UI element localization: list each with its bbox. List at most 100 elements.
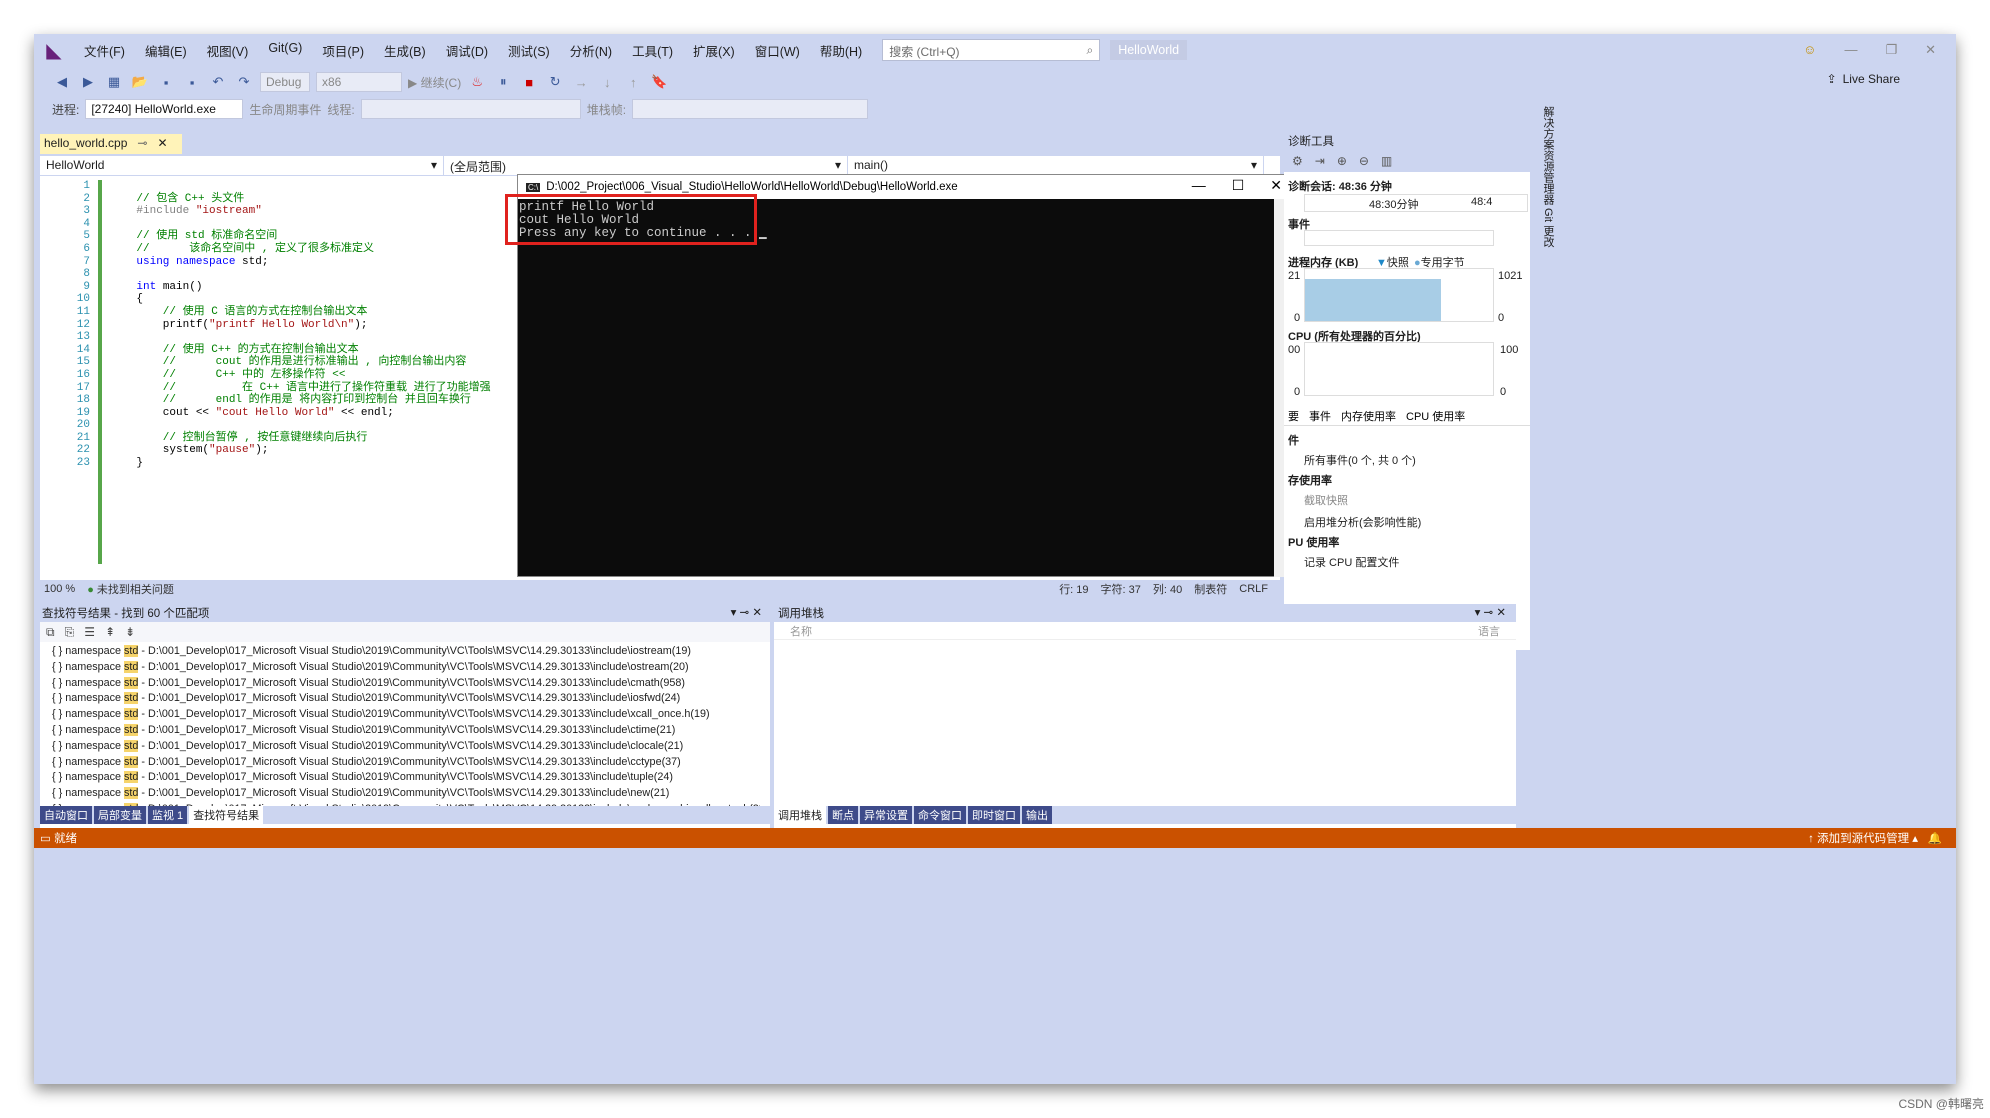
open-icon[interactable]: 📂 xyxy=(130,72,150,92)
result-row[interactable]: { } namespace std - D:\001_Develop\017_M… xyxy=(40,739,760,755)
stop-icon[interactable]: ■ xyxy=(519,72,539,92)
result-row[interactable]: { } namespace std - D:\001_Develop\017_M… xyxy=(40,691,760,707)
result-row[interactable]: { } namespace std - D:\001_Develop\017_M… xyxy=(40,770,760,786)
platform-dropdown[interactable]: x86 xyxy=(316,72,402,92)
feedback-icon[interactable]: ☺ xyxy=(1803,42,1816,58)
side-rail[interactable]: 解决方案资源管理器 Git 更改 xyxy=(1530,98,1556,698)
menu-item[interactable]: 文件(F) xyxy=(74,41,135,60)
undo-icon[interactable]: ↶ xyxy=(208,72,228,92)
tab-3[interactable]: 查找符号结果 xyxy=(189,806,264,824)
step-over-icon[interactable]: → xyxy=(571,72,591,92)
export-icon[interactable]: ⇥ xyxy=(1315,154,1325,168)
tab-5[interactable]: 输出 xyxy=(1022,806,1052,824)
take-snapshot-button[interactable]: 截取快照 xyxy=(1304,492,1348,508)
result-row[interactable]: { } namespace std - D:\001_Develop\017_M… xyxy=(40,676,760,692)
project-dropdown[interactable]: HelloWorld ▾ xyxy=(40,156,444,175)
new-project-icon[interactable]: ▦ xyxy=(104,72,124,92)
diag-tab[interactable]: 事件 xyxy=(1309,408,1331,425)
menu-item[interactable]: 调试(D) xyxy=(436,41,498,60)
pause-icon[interactable]: ⏸ xyxy=(493,72,513,92)
forward-icon[interactable]: ▶ xyxy=(78,72,98,92)
restore-button[interactable]: ❐ xyxy=(1885,42,1897,58)
heap-profiling-checkbox[interactable]: 启用堆分析(会影响性能) xyxy=(1304,514,1421,530)
next-icon[interactable]: ⇟ xyxy=(125,625,135,639)
step-into-icon[interactable]: ↓ xyxy=(597,72,617,92)
issues-indicator[interactable]: ● 未找到相关问题 xyxy=(87,581,174,597)
console-close-button[interactable]: ✕ xyxy=(1270,177,1282,194)
step-out-icon[interactable]: ↑ xyxy=(623,72,643,92)
scope-dropdown[interactable]: (全局范围) ▾ xyxy=(444,156,848,175)
bookmark-icon[interactable]: 🔖 xyxy=(649,72,669,92)
code-text[interactable]: // 包含 C++ 头文件 #include "iostream" // 使用 … xyxy=(110,180,491,470)
tab-hello-world-cpp[interactable]: hello_world.cpp ⊸ ✕ xyxy=(40,134,182,154)
menu-item[interactable]: 生成(B) xyxy=(374,41,436,60)
eol-indicator: CRLF xyxy=(1239,583,1268,595)
result-row[interactable]: { } namespace std - D:\001_Develop\017_M… xyxy=(40,660,760,676)
diag-tab[interactable]: CPU 使用率 xyxy=(1406,408,1465,425)
zoom-in-icon[interactable]: ⊕ xyxy=(1337,154,1347,168)
notification-icon[interactable]: 🔔 xyxy=(1928,833,1942,845)
back-icon[interactable]: ◀ xyxy=(52,72,72,92)
all-events-link[interactable]: 所有事件(0 个, 共 0 个) xyxy=(1304,452,1416,468)
stackframe-dropdown[interactable] xyxy=(632,99,869,119)
tab-4[interactable]: 即时窗口 xyxy=(968,806,1020,824)
search-input[interactable]: 搜索 (Ctrl+Q) ⌕ xyxy=(882,39,1101,61)
list-icon[interactable]: ☰ xyxy=(84,625,95,639)
zoom-out-icon[interactable]: ⊖ xyxy=(1359,154,1369,168)
menu-item[interactable]: Git(G) xyxy=(258,41,312,60)
code-token: // 使用 C++ 的方式在控制台输出文本 xyxy=(110,343,359,356)
close-icon[interactable]: ✕ xyxy=(157,136,167,152)
live-share-button[interactable]: ⇪ Live Share xyxy=(1827,72,1900,86)
diag-tab[interactable]: 要 xyxy=(1288,408,1299,425)
menu-item[interactable]: 视图(V) xyxy=(197,41,259,60)
menu-item[interactable]: 帮助(H) xyxy=(810,41,872,60)
lifecycle-button[interactable]: 生命周期事件 xyxy=(249,101,321,118)
tab-1[interactable]: 断点 xyxy=(828,806,858,824)
fire-icon[interactable]: ♨ xyxy=(467,72,487,92)
menu-item[interactable]: 窗口(W) xyxy=(745,41,810,60)
menu-item[interactable]: 项目(P) xyxy=(312,41,374,60)
restart-icon[interactable]: ↻ xyxy=(545,72,565,92)
function-dropdown[interactable]: main() ▾ xyxy=(848,156,1264,175)
config-dropdown[interactable]: Debug xyxy=(260,72,310,92)
minimize-button[interactable]: — xyxy=(1844,42,1857,58)
result-row[interactable]: { } namespace std - D:\001_Develop\017_M… xyxy=(40,644,760,660)
code-line: using namespace std; xyxy=(110,256,491,269)
result-row[interactable]: { } namespace std - D:\001_Develop\017_M… xyxy=(40,723,760,739)
save-all-icon[interactable]: ▪ xyxy=(182,72,202,92)
group-icon[interactable]: ⧉ xyxy=(46,625,55,640)
tab-0[interactable]: 调用堆栈 xyxy=(774,806,826,824)
menu-item[interactable]: 测试(S) xyxy=(498,41,560,60)
redo-icon[interactable]: ↷ xyxy=(234,72,254,92)
chart-icon[interactable]: ▥ xyxy=(1381,154,1392,168)
tab-1[interactable]: 局部变量 xyxy=(94,806,146,824)
source-control-button[interactable]: ↑ 添加到源代码管理 ▴ 🔔 xyxy=(1808,830,1956,846)
close-button[interactable]: ✕ xyxy=(1925,42,1936,58)
menu-item[interactable]: 编辑(E) xyxy=(135,41,197,60)
thread-dropdown[interactable] xyxy=(360,99,581,119)
continue-button[interactable]: ▶ 继续(C) xyxy=(408,74,461,91)
pin-icon[interactable]: ⊸ xyxy=(137,136,147,152)
record-cpu-button[interactable]: 记录 CPU 配置文件 xyxy=(1304,554,1399,570)
tab-2[interactable]: 异常设置 xyxy=(860,806,912,824)
console-minimize-button[interactable]: — xyxy=(1192,177,1206,194)
menu-item[interactable]: 分析(N) xyxy=(560,41,622,60)
prev-icon[interactable]: ⇞ xyxy=(105,625,115,639)
process-dropdown[interactable]: [27240] HelloWorld.exe xyxy=(85,99,244,119)
zoom-dropdown[interactable]: 100 % xyxy=(44,583,75,595)
tab-0[interactable]: 自动窗口 xyxy=(40,806,92,824)
tab-3[interactable]: 命令窗口 xyxy=(914,806,966,824)
diag-tab[interactable]: 内存使用率 xyxy=(1341,408,1396,425)
result-row[interactable]: { } namespace std - D:\001_Develop\017_M… xyxy=(40,755,760,771)
tab-2[interactable]: 监视 1 xyxy=(148,806,188,824)
tab-indicator: 制表符 xyxy=(1194,584,1228,596)
save-icon[interactable]: ▪ xyxy=(156,72,176,92)
menu-item[interactable]: 工具(T) xyxy=(622,41,683,60)
result-row[interactable]: { } namespace std - D:\001_Develop\017_M… xyxy=(40,786,760,802)
settings-icon[interactable]: ⚙ xyxy=(1292,154,1303,168)
copy-icon[interactable]: ⎘ xyxy=(65,625,75,640)
menu-item[interactable]: 扩展(X) xyxy=(683,41,745,60)
result-part: std xyxy=(124,723,139,736)
result-row[interactable]: { } namespace std - D:\001_Develop\017_M… xyxy=(40,707,760,723)
console-maximize-button[interactable]: ☐ xyxy=(1232,177,1245,194)
